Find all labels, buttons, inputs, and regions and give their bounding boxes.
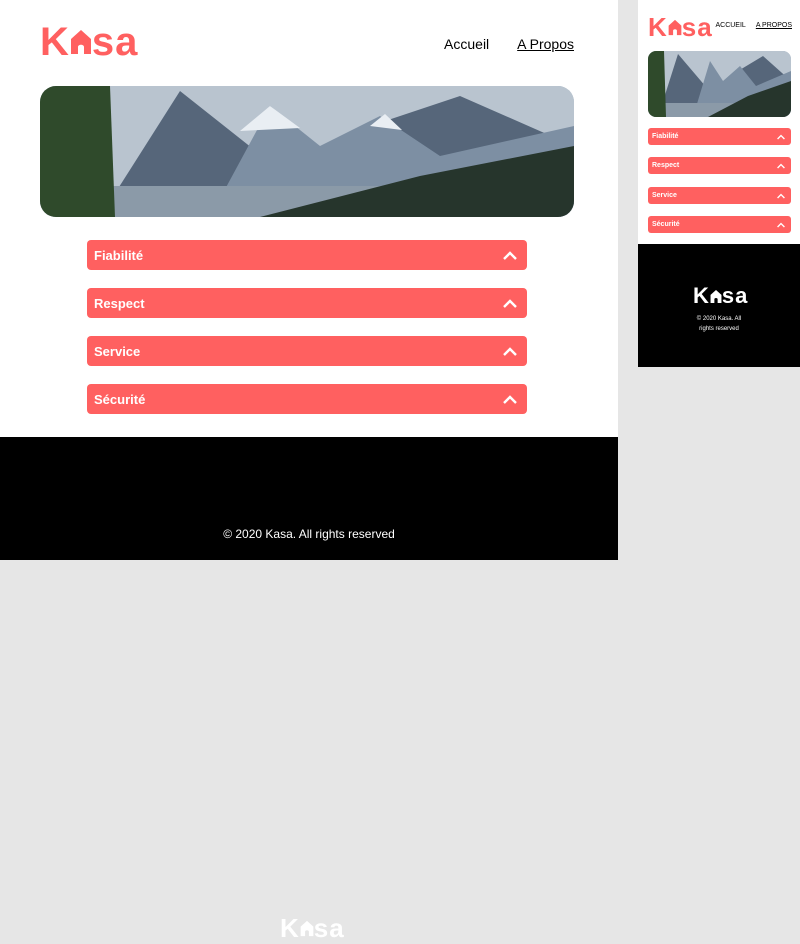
copyright-text: © 2020 Kasa. All rights reserved xyxy=(693,314,745,334)
kasa-logo[interactable]: K sa xyxy=(40,22,138,62)
collapsible-fiabilite[interactable]: Fiabilité xyxy=(648,128,791,145)
copyright-line-2: rights reserved xyxy=(699,326,739,332)
logo-letter-k: K xyxy=(280,913,300,943)
nav-link-home[interactable]: Accueil xyxy=(444,36,489,52)
chevron-up-icon[interactable] xyxy=(503,298,517,308)
collapsible-securite[interactable]: Sécurité xyxy=(648,216,791,233)
chevron-up-icon[interactable] xyxy=(777,193,785,199)
footer: K sa © 2020 Kasa. All rights reserved xyxy=(0,437,618,943)
nav-link-about[interactable]: A Propos xyxy=(517,36,574,52)
chevron-up-icon[interactable] xyxy=(777,134,785,140)
footer: K sa © 2020 Kasa. All rights reserved xyxy=(638,244,800,367)
chevron-up-icon[interactable] xyxy=(503,250,517,260)
kasa-logo[interactable]: K sa xyxy=(648,12,713,43)
chevron-up-icon[interactable] xyxy=(503,394,517,404)
logo-letters-sa: sa xyxy=(681,12,713,42)
collapsible-label: Fiabilité xyxy=(94,247,144,263)
main-nav: Accueil A Propos xyxy=(444,36,574,52)
house-icon xyxy=(70,30,91,54)
about-banner-image xyxy=(40,86,574,217)
nav-link-about[interactable]: A PROPOS xyxy=(756,22,792,29)
nav-link-home[interactable]: ACCUEIL xyxy=(715,22,745,29)
collapsible-service[interactable]: Service xyxy=(87,336,527,366)
collapsible-label: Service xyxy=(94,343,141,359)
collapsible-fiabilite[interactable]: Fiabilité xyxy=(87,240,527,270)
collapsible-label: Fiabilité xyxy=(652,133,679,140)
chevron-up-icon[interactable] xyxy=(777,222,785,228)
logo-letters-sa: sa xyxy=(91,20,139,64)
footer-logo: K sa xyxy=(693,283,748,309)
chevron-up-icon[interactable] xyxy=(777,163,785,169)
collapsible-securite[interactable]: Sécurité xyxy=(87,384,527,414)
logo-letter-k: K xyxy=(648,12,668,42)
collapsible-label: Sécurité xyxy=(94,391,146,407)
collapsible-label: Respect xyxy=(652,162,680,169)
collapsible-label: Sécurité xyxy=(652,221,680,228)
collapsible-respect[interactable]: Respect xyxy=(648,157,791,174)
house-icon xyxy=(668,19,682,36)
collapsible-label: Respect xyxy=(94,295,145,311)
logo-letter-k: K xyxy=(693,283,710,308)
logo-letter-k: K xyxy=(40,20,70,64)
logo-letters-sa: sa xyxy=(313,913,345,943)
collapsible-service[interactable]: Service xyxy=(648,187,791,204)
copyright-text: © 2020 Kasa. All rights reserved xyxy=(223,527,395,541)
house-icon xyxy=(300,920,314,937)
desktop-view: K sa Accueil A Propos Fiabilité Respect … xyxy=(0,0,618,943)
collapsible-respect[interactable]: Respect xyxy=(87,288,527,318)
mobile-view: K sa ACCUEIL A PROPOS Fiabilité Respect … xyxy=(638,0,800,367)
house-icon xyxy=(710,289,722,303)
chevron-up-icon[interactable] xyxy=(503,346,517,356)
footer-logo: K sa xyxy=(280,913,345,944)
collapsible-label: Service xyxy=(652,192,677,199)
copyright-line-1: © 2020 Kasa. All xyxy=(696,316,742,322)
mobile-nav: ACCUEIL A PROPOS xyxy=(715,22,792,29)
logo-letters-sa: sa xyxy=(721,283,749,308)
about-banner-image xyxy=(648,51,791,117)
